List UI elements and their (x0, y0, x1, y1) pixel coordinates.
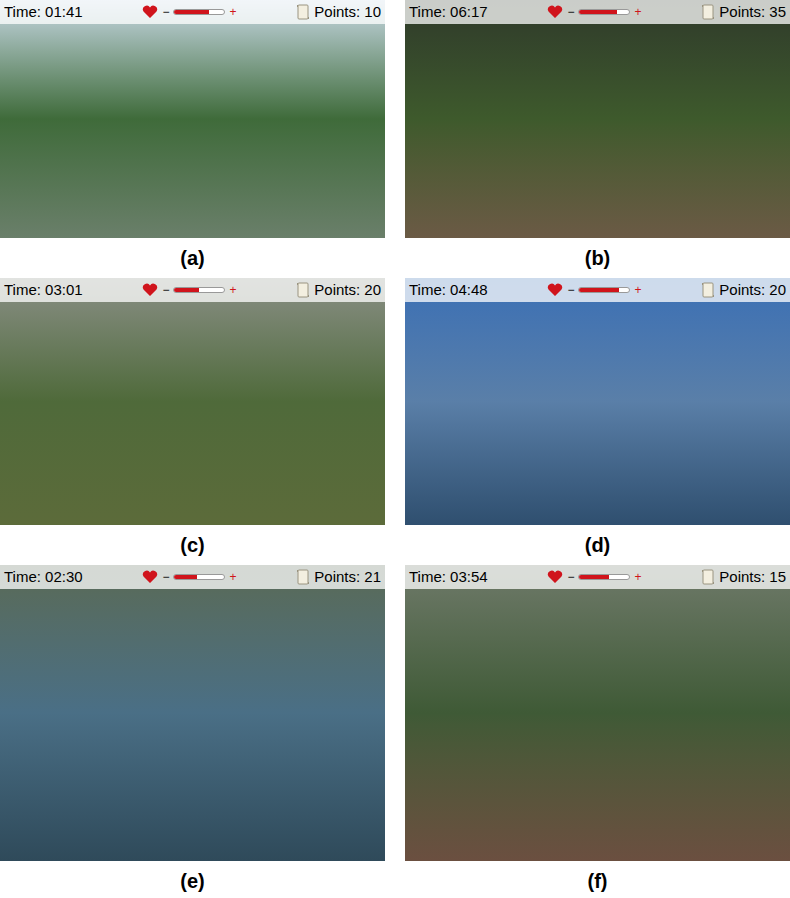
health-track (578, 287, 630, 293)
figure-label: (b) (405, 238, 790, 278)
minus-text: − (567, 571, 574, 583)
points-text: Points: 20 (719, 279, 786, 302)
scroll-icon (701, 4, 715, 20)
health-meter: −+ (547, 5, 641, 19)
heart-icon (547, 283, 563, 297)
health-meter: −+ (142, 283, 236, 297)
hud-bar: Time: 03:01−+Points: 20 (0, 278, 385, 302)
health-track (173, 574, 225, 580)
hud-bar: Time: 01:41−+Points: 10 (0, 0, 385, 24)
scroll-icon (296, 282, 310, 298)
figure-label: (a) (0, 238, 385, 278)
plus-text: + (229, 571, 236, 583)
time-text: Time: 06:17 (409, 1, 488, 24)
hud-bar: Time: 03:54−+Points: 15 (405, 565, 790, 589)
game-figure: Time: 03:54−+Points: 15(f) (405, 565, 790, 898)
health-meter: −+ (142, 5, 236, 19)
heart-icon (547, 5, 563, 19)
game-scene: Time: 02:30−+Points: 21 (0, 565, 385, 861)
figure-label: (f) (405, 861, 790, 898)
game-figure: Time: 01:41−+Points: 10(a) (0, 0, 385, 278)
health-track (578, 574, 630, 580)
health-meter: −+ (547, 283, 641, 297)
points: Points: 21 (296, 566, 381, 589)
points-text: Points: 20 (314, 279, 381, 302)
minus-text: − (162, 6, 169, 18)
points-text: Points: 15 (719, 566, 786, 589)
figure-label: (e) (0, 861, 385, 898)
hud-bar: Time: 06:17−+Points: 35 (405, 0, 790, 24)
figure-label: (c) (0, 525, 385, 565)
points: Points: 35 (701, 1, 786, 24)
plus-text: + (229, 284, 236, 296)
time-text: Time: 01:41 (4, 1, 83, 24)
points-text: Points: 21 (314, 566, 381, 589)
health-fill (174, 10, 209, 14)
health-fill (174, 288, 199, 292)
heart-icon (142, 283, 158, 297)
game-figure: Time: 06:17−+Points: 35(b) (405, 0, 790, 278)
game-figure: Time: 04:48−+Points: 20(d) (405, 278, 790, 565)
plus-text: + (634, 6, 641, 18)
minus-text: − (162, 571, 169, 583)
minus-text: − (567, 6, 574, 18)
plus-text: + (634, 284, 641, 296)
time-text: Time: 02:30 (4, 566, 83, 589)
time-text: Time: 03:54 (409, 566, 488, 589)
figure-label: (d) (405, 525, 790, 565)
hud-bar: Time: 02:30−+Points: 21 (0, 565, 385, 589)
heart-icon (142, 5, 158, 19)
points: Points: 10 (296, 1, 381, 24)
game-scene: Time: 03:54−+Points: 15 (405, 565, 790, 861)
health-fill (579, 575, 609, 579)
plus-text: + (634, 571, 641, 583)
health-meter: −+ (142, 570, 236, 584)
game-scene: Time: 06:17−+Points: 35 (405, 0, 790, 238)
hud-bar: Time: 04:48−+Points: 20 (405, 278, 790, 302)
time-text: Time: 04:48 (409, 279, 488, 302)
points-text: Points: 10 (314, 1, 381, 24)
scroll-icon (701, 282, 715, 298)
minus-text: − (162, 284, 169, 296)
game-figure: Time: 03:01−+Points: 20(c) (0, 278, 385, 565)
health-meter: −+ (547, 570, 641, 584)
scroll-icon (296, 569, 310, 585)
health-fill (579, 10, 617, 14)
points: Points: 20 (296, 279, 381, 302)
health-track (173, 287, 225, 293)
points: Points: 15 (701, 566, 786, 589)
plus-text: + (229, 6, 236, 18)
figure: Time: 01:41−+Points: 10(a)Time: 06:17−+P… (0, 0, 790, 898)
time-text: Time: 03:01 (4, 279, 83, 302)
scroll-icon (701, 569, 715, 585)
heart-icon (547, 570, 563, 584)
points: Points: 20 (701, 279, 786, 302)
game-figure: Time: 02:30−+Points: 21(e) (0, 565, 385, 898)
health-fill (579, 288, 619, 292)
game-scene: Time: 03:01−+Points: 20 (0, 278, 385, 525)
points-text: Points: 35 (719, 1, 786, 24)
minus-text: − (567, 284, 574, 296)
game-scene: Time: 04:48−+Points: 20 (405, 278, 790, 525)
heart-icon (142, 570, 158, 584)
health-track (173, 9, 225, 15)
game-scene: Time: 01:41−+Points: 10 (0, 0, 385, 238)
scroll-icon (296, 4, 310, 20)
health-track (578, 9, 630, 15)
health-fill (174, 575, 197, 579)
